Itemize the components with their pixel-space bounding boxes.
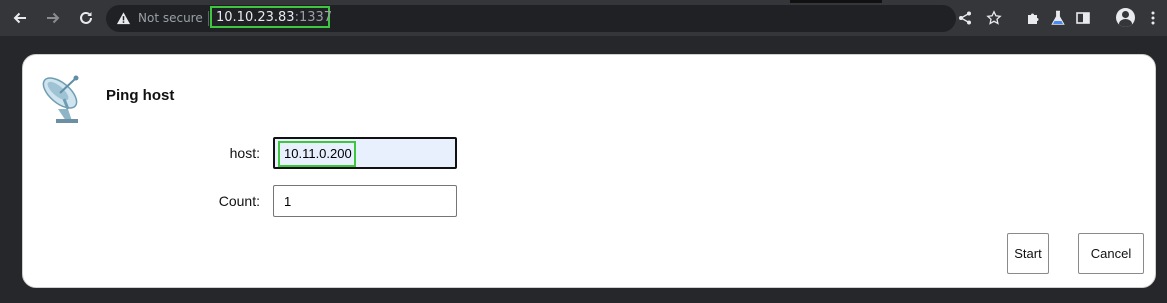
- avatar-icon[interactable]: [1116, 8, 1135, 27]
- dialog-title: Ping host: [106, 87, 175, 104]
- host-label: host:: [229, 145, 260, 161]
- address-separator: [208, 11, 209, 26]
- page-content: Ping host host: Count: Start Cancel: [0, 36, 1167, 303]
- address-bar[interactable]: Not secure 10.10.23.83:1337: [106, 5, 956, 32]
- browser-toolbar: Not secure 10.10.23.83:1337: [0, 0, 1167, 36]
- reload-icon[interactable]: [74, 6, 98, 30]
- cancel-button[interactable]: Cancel: [1078, 233, 1144, 274]
- count-input[interactable]: [273, 185, 457, 217]
- count-label: Count:: [218, 193, 260, 209]
- url-host: 10.10.23.83: [216, 10, 295, 25]
- star-icon[interactable]: [985, 9, 1003, 27]
- warning-icon[interactable]: [116, 11, 131, 26]
- share-icon[interactable]: [956, 9, 974, 27]
- security-label[interactable]: Not secure: [138, 11, 203, 25]
- host-input[interactable]: [273, 137, 457, 169]
- back-icon[interactable]: [8, 6, 32, 30]
- sidepanel-icon[interactable]: [1074, 9, 1092, 27]
- ping-dialog: Ping host host: Count: Start Cancel: [22, 54, 1156, 288]
- url-text[interactable]: 10.10.23.83:1337: [216, 10, 332, 25]
- menu-icon[interactable]: [1144, 9, 1162, 27]
- tab-strip-edge: [790, 0, 882, 3]
- satellite-dish-icon: [42, 75, 79, 123]
- forward-icon[interactable]: [41, 6, 65, 30]
- extensions-icon[interactable]: [1024, 9, 1042, 27]
- start-button[interactable]: Start: [1007, 233, 1049, 274]
- labs-icon[interactable]: [1049, 9, 1067, 27]
- url-port: :1337: [294, 10, 333, 25]
